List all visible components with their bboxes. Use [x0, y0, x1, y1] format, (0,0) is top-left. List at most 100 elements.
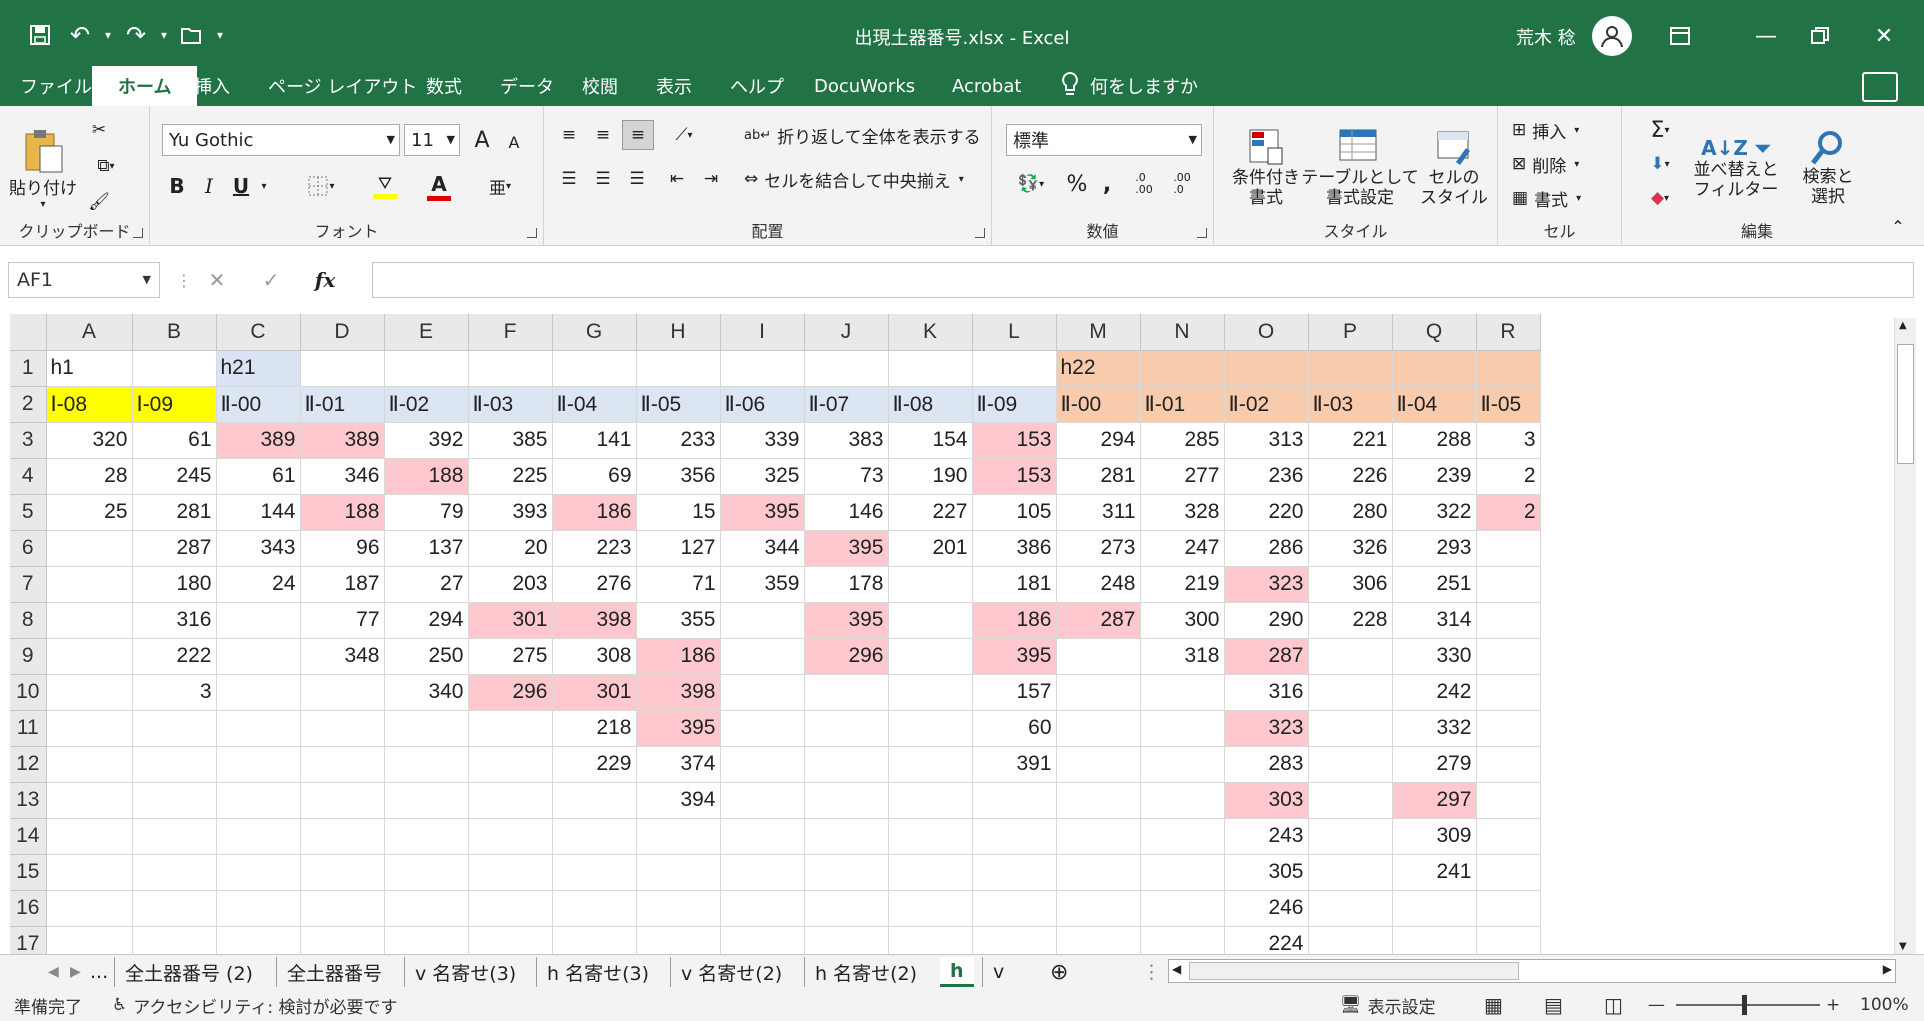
open-folder-icon[interactable] [172, 14, 212, 56]
cell[interactable]: 301 [552, 674, 637, 711]
cell[interactable] [888, 782, 973, 819]
cell[interactable]: 311 [1056, 494, 1141, 531]
accessibility-status[interactable]: ♿ アクセシビリティ: 検討が必要です [112, 992, 398, 1018]
cell[interactable] [1308, 818, 1393, 855]
cell[interactable]: 154 [888, 422, 973, 459]
cell[interactable] [1140, 782, 1225, 819]
cell[interactable]: 276 [552, 566, 637, 603]
cell[interactable]: 374 [636, 746, 721, 783]
cell[interactable] [46, 602, 133, 639]
cell[interactable]: 15 [636, 494, 721, 531]
cell[interactable] [384, 818, 469, 855]
cell[interactable] [1056, 710, 1141, 747]
redo-dropdown-icon[interactable]: ▾ [156, 14, 172, 56]
cell[interactable]: 323 [1224, 710, 1309, 747]
cell[interactable]: 251 [1392, 566, 1477, 603]
cell[interactable] [804, 350, 889, 387]
cell[interactable] [46, 638, 133, 675]
number-launcher-icon[interactable] [1197, 228, 1207, 238]
cell[interactable]: 28 [46, 458, 133, 495]
cell[interactable] [300, 350, 385, 387]
column-header[interactable]: D [300, 314, 385, 351]
cell[interactable]: 280 [1308, 494, 1393, 531]
cell[interactable]: 326 [1308, 530, 1393, 567]
tab-review[interactable]: 校閲 [582, 66, 618, 106]
scroll-left-icon[interactable]: ◀ [1172, 962, 1181, 976]
tab-data[interactable]: データ [500, 66, 554, 106]
grow-font-button[interactable]: A [468, 124, 496, 156]
cell[interactable] [972, 350, 1057, 387]
scroll-right-icon[interactable]: ▶ [1883, 962, 1892, 976]
cell[interactable] [216, 818, 301, 855]
cell[interactable] [888, 818, 973, 855]
cell[interactable]: Ⅱ-04 [552, 386, 637, 423]
cell[interactable]: 395 [972, 638, 1057, 675]
cell[interactable] [132, 818, 217, 855]
cell[interactable] [972, 782, 1057, 819]
cell[interactable]: Ⅰ-09 [132, 386, 217, 423]
formula-input[interactable] [372, 262, 1914, 298]
tab-view[interactable]: 表示 [656, 66, 692, 106]
orientation-icon[interactable]: ⟋ ▾ [662, 120, 706, 150]
currency-icon[interactable]: 💱 ▾ [1006, 168, 1056, 200]
cell[interactable]: 25 [46, 494, 133, 531]
cell[interactable]: 395 [636, 710, 721, 747]
sheet-tab[interactable]: h 名寄せ(3) [536, 957, 659, 987]
row-header[interactable]: 1 [10, 350, 47, 387]
cell[interactable]: 320 [46, 422, 133, 459]
cell[interactable]: Ⅱ-08 [888, 386, 973, 423]
cell[interactable]: 356 [636, 458, 721, 495]
zoom-level[interactable]: 100% [1860, 992, 1909, 1018]
tab-insert[interactable]: 挿入 [194, 66, 230, 106]
row-header[interactable]: 4 [10, 458, 47, 495]
column-header[interactable]: E [384, 314, 469, 351]
row-header[interactable]: 8 [10, 602, 47, 639]
cell[interactable]: 348 [300, 638, 385, 675]
cell[interactable] [46, 674, 133, 711]
vertical-scroll-thumb[interactable] [1897, 344, 1914, 464]
cancel-icon[interactable]: ✕ [190, 268, 244, 292]
column-header[interactable]: I [720, 314, 805, 351]
worksheet-grid[interactable]: ABCDEFGHIJKLMNOPQR 1 h1 h21 h22 2 Ⅰ-08 Ⅰ-09 Ⅱ-0… [10, 314, 1890, 954]
cell[interactable] [636, 818, 721, 855]
cell[interactable]: 141 [552, 422, 637, 459]
clear-icon[interactable]: ◆ ▾ [1638, 184, 1682, 212]
cell[interactable]: 247 [1140, 530, 1225, 567]
format-cells-button[interactable]: ▦ 書式 ▾ [1512, 184, 1581, 212]
align-bottom-icon[interactable]: ≡ [622, 120, 654, 150]
column-header[interactable]: F [468, 314, 553, 351]
delete-cells-button[interactable]: ⊠ 削除 ▾ [1512, 150, 1579, 178]
cell[interactable] [132, 926, 217, 954]
cell[interactable]: 281 [132, 494, 217, 531]
cell[interactable]: 330 [1392, 638, 1477, 675]
page-layout-view-icon[interactable]: ▤ [1544, 992, 1563, 1018]
cell[interactable] [300, 674, 385, 711]
percent-button[interactable]: % [1062, 168, 1092, 200]
decrease-decimal-button[interactable]: .00 .0 [1164, 166, 1200, 202]
cell[interactable]: 332 [1392, 710, 1477, 747]
cell[interactable] [636, 926, 721, 954]
cell[interactable]: 288 [1392, 422, 1477, 459]
cell[interactable]: 389 [216, 422, 301, 459]
cell[interactable] [300, 818, 385, 855]
cell[interactable]: 293 [1392, 530, 1477, 567]
cell[interactable]: 226 [1308, 458, 1393, 495]
cell[interactable]: Ⅱ-00 [216, 386, 301, 423]
cell[interactable]: Ⅱ-05 [1476, 386, 1541, 423]
tab-help[interactable]: ヘルプ [730, 66, 784, 106]
cell[interactable] [1140, 746, 1225, 783]
cell[interactable]: 283 [1224, 746, 1309, 783]
cell[interactable] [1140, 350, 1225, 387]
column-header[interactable]: O [1224, 314, 1309, 351]
cell[interactable]: 344 [720, 530, 805, 567]
column-header[interactable]: H [636, 314, 721, 351]
cell[interactable] [1308, 926, 1393, 954]
zoom-slider-thumb[interactable] [1742, 995, 1747, 1015]
cell[interactable] [888, 746, 973, 783]
cell[interactable] [720, 674, 805, 711]
paste-button[interactable]: 貼り付け ▾ [9, 114, 77, 222]
user-avatar-icon[interactable] [1592, 16, 1632, 56]
column-header[interactable]: K [888, 314, 973, 351]
cell[interactable] [132, 782, 217, 819]
cell[interactable] [1476, 746, 1541, 783]
